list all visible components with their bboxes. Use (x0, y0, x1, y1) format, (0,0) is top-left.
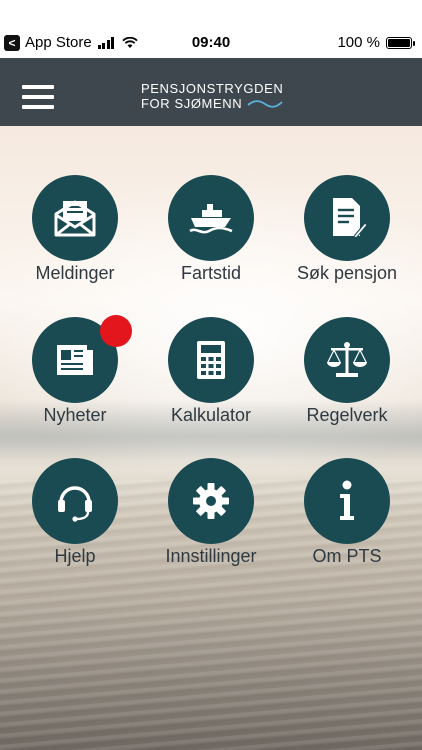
menu-tile-kalkulator[interactable]: Kalkulator (136, 317, 286, 426)
tile-label: Søk pensjon (296, 263, 398, 283)
tile-label: Meldinger (35, 263, 115, 283)
menu-tile-om-pts[interactable]: Om PTS (272, 458, 422, 567)
menu-tile-hjelp[interactable]: Hjelp (0, 458, 150, 567)
tile-label: Regelverk (306, 405, 388, 425)
scales-icon (304, 317, 390, 403)
tile-label: Innstillinger (165, 546, 257, 566)
tile-label: Kalkulator (170, 405, 252, 425)
tile-label: Fartstid (180, 263, 241, 283)
menu-tile-innstillinger[interactable]: Innstillinger (136, 458, 286, 567)
menu-tile-nyheter[interactable]: Nyheter (0, 315, 150, 426)
menu-tile-meldinger[interactable]: Meldinger (0, 175, 150, 284)
document-icon (304, 175, 390, 261)
calculator-icon (168, 317, 254, 403)
menu-tile-fartstid[interactable]: Fartstid (136, 175, 286, 284)
gear-icon (168, 458, 254, 544)
info-icon (304, 458, 390, 544)
tile-label: Hjelp (54, 546, 96, 566)
tile-label: Nyheter (43, 405, 107, 425)
menu-tile-sok-pensjon[interactable]: Søk pensjon (272, 175, 422, 284)
tile-label: Om PTS (312, 546, 382, 566)
notification-badge (100, 315, 132, 347)
menu-tile-regelverk[interactable]: Regelverk (272, 317, 422, 426)
ship-icon (168, 175, 254, 261)
headset-icon (32, 458, 118, 544)
menu-grid: Meldinger Fartstid Søk pensjon Nyheter K… (0, 0, 422, 750)
envelope-icon (32, 175, 118, 261)
newspaper-icon (32, 315, 132, 403)
